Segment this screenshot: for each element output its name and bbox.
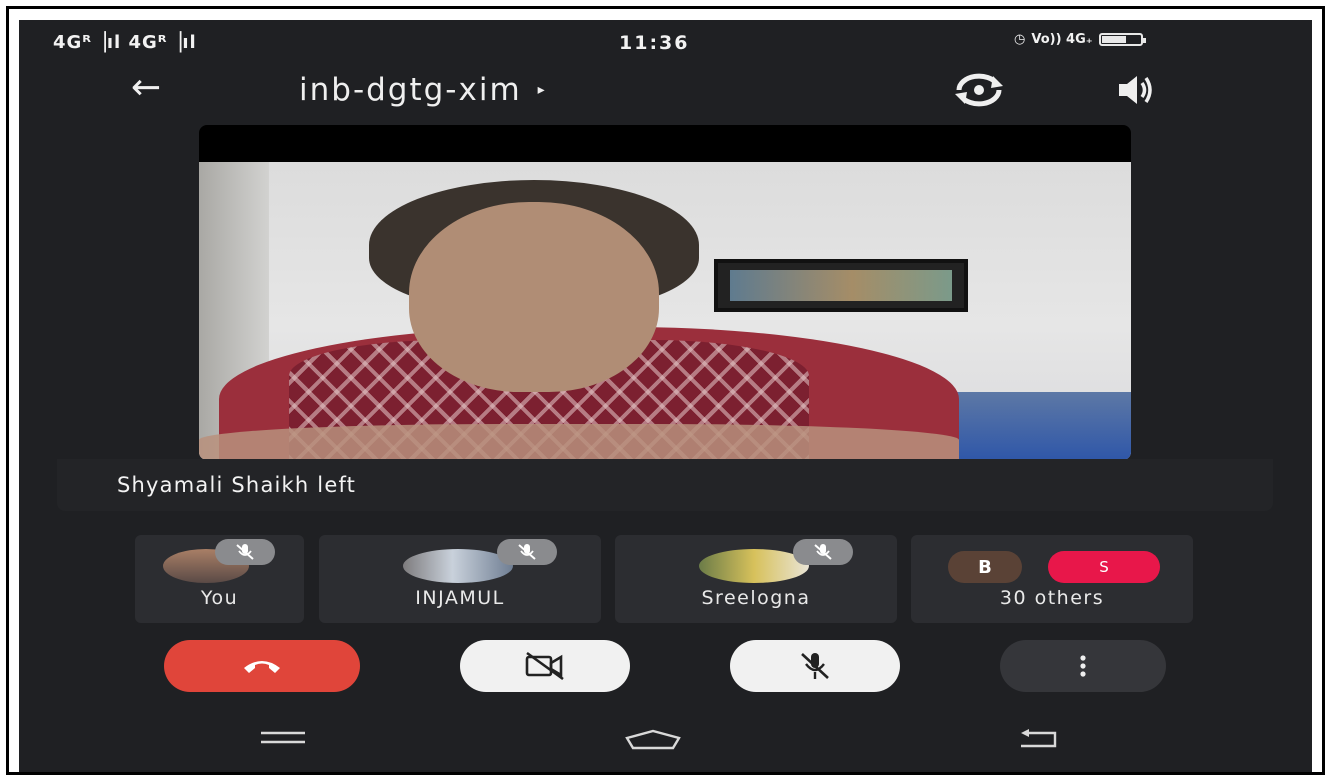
wall-picture-frame [714,259,968,312]
participant-arms [199,424,959,460]
alarm-icon: ◷ [1014,32,1026,47]
speaker-icon[interactable] [1115,72,1155,112]
end-call-button[interactable] [164,640,360,692]
mic-off-icon [801,653,829,679]
more-vertical-icon [1080,655,1086,677]
expand-caret-icon: ▸ [537,82,547,98]
menu-nav-icon[interactable] [259,728,307,752]
participant-name: Sreelogna [701,587,811,609]
home-nav-icon[interactable] [623,728,683,756]
meeting-code: inb-dgtg-xim [299,72,522,108]
mic-off-icon [793,539,853,565]
participant-tile-you[interactable]: You [135,535,304,623]
mic-off-icon [497,539,557,565]
mic-off-icon [215,539,275,565]
meet-call-screen: 4Gᴿ▕ıl 4Gᴿ▕ıl 11:36 ◷ Vo)) 4G₊ ← inb-dgt… [19,20,1312,772]
status-indicators: ◷ Vo)) 4G₊ [1014,32,1146,47]
volte-indicator: Vo)) 4G₊ [1031,32,1093,47]
camera-off-icon [525,651,564,681]
avatar-letter: S [1048,551,1160,583]
participant-name: INJAMUL [415,587,505,609]
blue-bedsheet [929,392,1131,460]
participant-tile-sreelogna[interactable]: Sreelogna [615,535,897,623]
battery-level [1101,36,1126,43]
notification-text: Shyamali Shaikh left [117,473,357,497]
back-arrow-icon[interactable]: ← [131,68,161,108]
participant-tile-injamul[interactable]: INJAMUL [319,535,601,623]
participant-tile-others[interactable]: B S 30 others [911,535,1193,623]
avatar-letter: B [948,551,1022,583]
participant-video [199,162,1131,460]
status-time: 11:36 [619,32,690,54]
camera-switch-icon[interactable] [949,70,1009,114]
participant-left-banner: Shyamali Shaikh left [57,459,1273,511]
wall-picture [730,270,952,301]
battery-icon [1098,33,1146,46]
video-area[interactable] [199,125,1131,460]
meeting-title[interactable]: inb-dgtg-xim ▸ [299,72,547,108]
participant-name: 30 others [999,587,1105,609]
phone-hangup-icon [244,661,280,673]
back-nav-icon[interactable] [1017,728,1059,754]
network-status: 4Gᴿ▕ıl 4Gᴿ▕ıl [53,32,197,53]
participant-face [409,202,659,392]
participant-name: You [200,587,239,609]
camera-off-button[interactable] [460,640,630,692]
more-options-button[interactable] [1000,640,1166,692]
mic-off-button[interactable] [730,640,900,692]
